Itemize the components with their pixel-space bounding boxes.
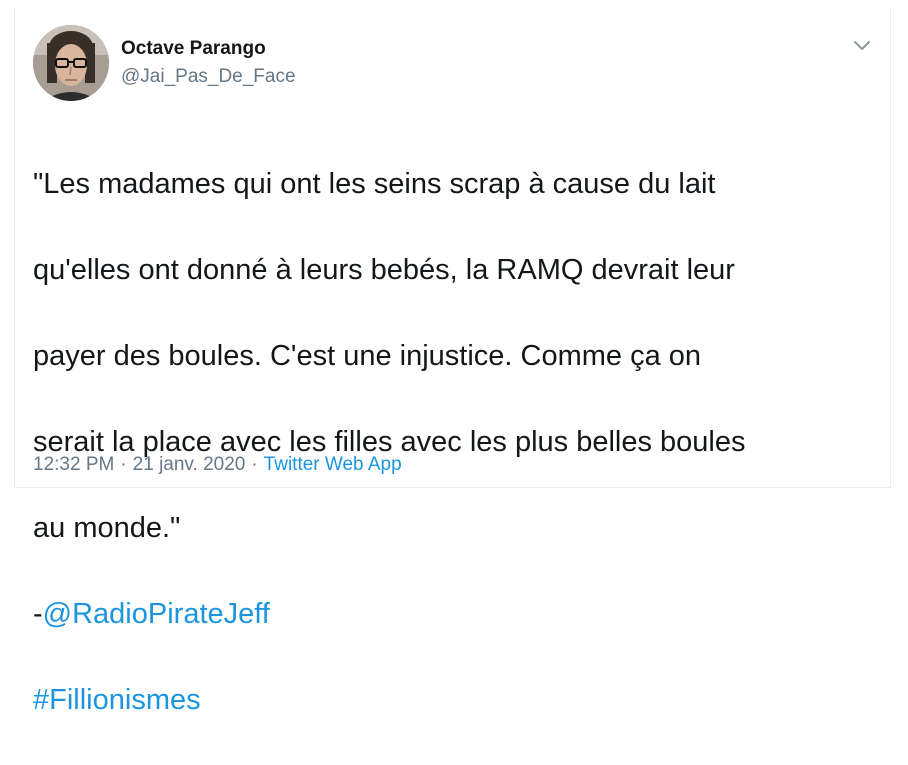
tweet-card: Octave Parango @Jai_Pas_De_Face "Les mad… — [14, 8, 891, 716]
mention-prefix: - — [33, 598, 43, 630]
mention-link[interactable]: @RadioPirateJeff — [43, 598, 270, 630]
tweet-meta: 12:32 PM · 21 janv. 2020 · Twitter Web App — [33, 454, 402, 476]
mention-line: -@RadioPirateJeff — [33, 593, 873, 636]
meta-separator: · — [120, 454, 127, 475]
tweet-text-line: payer des boules. C'est une injustice. C… — [33, 340, 702, 372]
author-display-name[interactable]: Octave Parango — [121, 38, 296, 60]
avatar-photo — [33, 25, 109, 101]
tweet-time[interactable]: 12:32 PM — [33, 454, 114, 475]
chevron-down-icon[interactable] — [850, 34, 874, 58]
author-block: Octave Parango @Jai_Pas_De_Face — [121, 38, 296, 88]
tweet-text: "Les madames qui ont les seins scrap à c… — [33, 120, 873, 765]
meta-separator: · — [251, 454, 258, 475]
tweet-text-line: "Les madames qui ont les seins scrap à c… — [33, 168, 716, 200]
tweet-source-link[interactable]: Twitter Web App — [264, 454, 402, 475]
tweet-text-line: qu'elles ont donné à leurs bebés, la RAM… — [33, 254, 735, 286]
tweet-date[interactable]: 21 janv. 2020 — [133, 454, 246, 475]
tweet-text-line: au monde." — [33, 512, 181, 544]
hashtag-line: #Fillionismes — [33, 679, 873, 722]
avatar[interactable] — [33, 25, 109, 101]
author-handle[interactable]: @Jai_Pas_De_Face — [121, 66, 296, 88]
hashtag-link[interactable]: #Fillionismes — [33, 684, 201, 716]
